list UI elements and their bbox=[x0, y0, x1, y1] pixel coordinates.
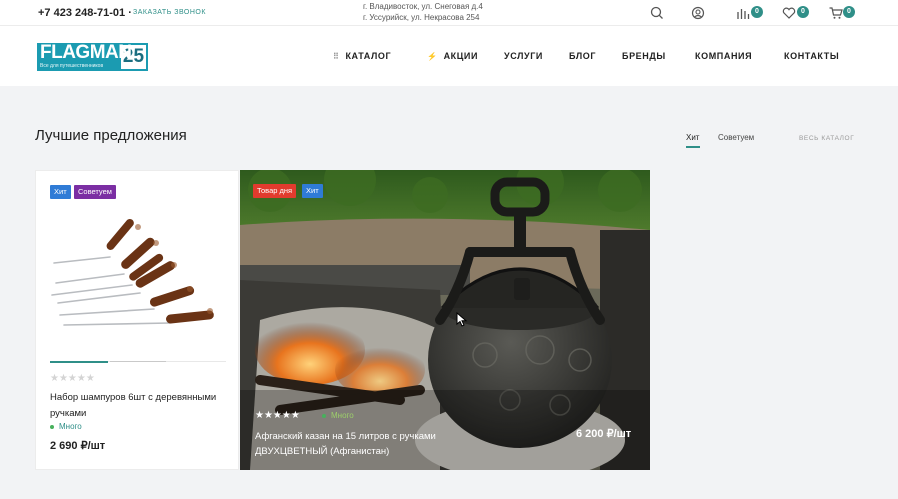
in-stock-dot-icon bbox=[50, 424, 54, 429]
stock-label: Много bbox=[59, 422, 82, 431]
nav-company[interactable]: Компания bbox=[695, 51, 752, 61]
product-name[interactable]: Набор шампуров 6шт с деревянными ручками bbox=[50, 390, 230, 422]
product-card-featured[interactable]: Товар дня Хит ★★★★★ Много Афганский каза… bbox=[240, 170, 650, 470]
tab-recommend[interactable]: Советуем bbox=[718, 133, 754, 142]
nav-services[interactable]: Услуги bbox=[504, 51, 543, 61]
tab-hit[interactable]: Хит bbox=[686, 133, 699, 142]
nav-promo[interactable]: ⚡ Акции bbox=[427, 51, 478, 61]
cart-icon[interactable] bbox=[828, 5, 844, 21]
compare-count-badge: 0 bbox=[751, 6, 763, 18]
rating-stars: ★★★★★ bbox=[50, 373, 95, 384]
main-header: FLAGMAN Все для путешественников 25 ⠿ Кат… bbox=[0, 26, 898, 86]
label-recommend: Советуем bbox=[74, 185, 116, 199]
product-image-kazan[interactable] bbox=[240, 170, 650, 470]
top-bar: +7 423 248-71-01 · заказать звонок г. Вл… bbox=[0, 0, 898, 26]
heart-icon[interactable] bbox=[781, 5, 797, 21]
phone-number[interactable]: +7 423 248-71-01 · bbox=[38, 7, 132, 19]
stock-status: Много bbox=[50, 422, 82, 431]
label-deal-of-day: Товар дня bbox=[253, 184, 297, 198]
user-icon[interactable] bbox=[690, 5, 706, 21]
stock-status: Много bbox=[322, 411, 354, 420]
nav-blog[interactable]: Блог bbox=[569, 51, 596, 61]
label-hit: Хит bbox=[302, 184, 323, 198]
search-icon[interactable] bbox=[649, 5, 665, 21]
nav-contacts[interactable]: Контакты bbox=[784, 51, 839, 61]
rating-stars: ★★★★★ bbox=[255, 410, 300, 421]
address-vladivostok: г. Владивосток, ул. Снеговая д.4 bbox=[363, 2, 483, 11]
image-slider-active[interactable] bbox=[50, 361, 108, 363]
compare-icon[interactable] bbox=[735, 5, 751, 21]
callback-link[interactable]: заказать звонок bbox=[133, 9, 206, 16]
label-hit: Хит bbox=[50, 185, 71, 199]
nav-catalog-label: Каталог bbox=[345, 51, 392, 61]
product-price: 6 200 ₽/шт bbox=[576, 428, 632, 440]
product-price: 2 690 ₽/шт bbox=[50, 440, 106, 452]
logo-wordmark: FLAGMAN Все для путешественников bbox=[37, 42, 132, 71]
mouse-cursor-icon bbox=[456, 312, 468, 327]
logo-tagline: Все для путешественников bbox=[40, 63, 104, 69]
site-logo[interactable]: FLAGMAN Все для путешественников 25 bbox=[37, 43, 148, 71]
favorites-count-badge: 0 bbox=[797, 6, 809, 18]
nav-catalog[interactable]: ⠿ Каталог bbox=[333, 51, 391, 61]
address-ussuriysk: г. Уссурийск, ул. Некрасова 254 bbox=[363, 13, 480, 22]
nav-brands[interactable]: Бренды bbox=[622, 51, 666, 61]
product-image-skewers[interactable] bbox=[50, 211, 228, 331]
in-stock-dot-icon bbox=[322, 413, 326, 418]
product-card[interactable]: Хит Советуем ★★★★★ Набор шампуров 6шт с … bbox=[35, 170, 239, 470]
lightning-icon: ⚡ bbox=[427, 52, 438, 61]
section-title: Лучшие предложения bbox=[35, 127, 187, 144]
all-catalog-link[interactable]: Весь каталог bbox=[799, 135, 854, 142]
logo-word: FLAGMAN bbox=[40, 42, 132, 63]
tab-active-indicator bbox=[686, 146, 700, 148]
image-slider-segment bbox=[110, 361, 166, 362]
cart-count-badge: 0 bbox=[843, 6, 855, 18]
product-name[interactable]: Афганский казан на 15 литров с ручками Д… bbox=[255, 429, 495, 459]
grid-icon: ⠿ bbox=[333, 52, 340, 61]
nav-promo-label: Акции bbox=[443, 51, 479, 61]
stock-label: Много bbox=[331, 411, 354, 420]
